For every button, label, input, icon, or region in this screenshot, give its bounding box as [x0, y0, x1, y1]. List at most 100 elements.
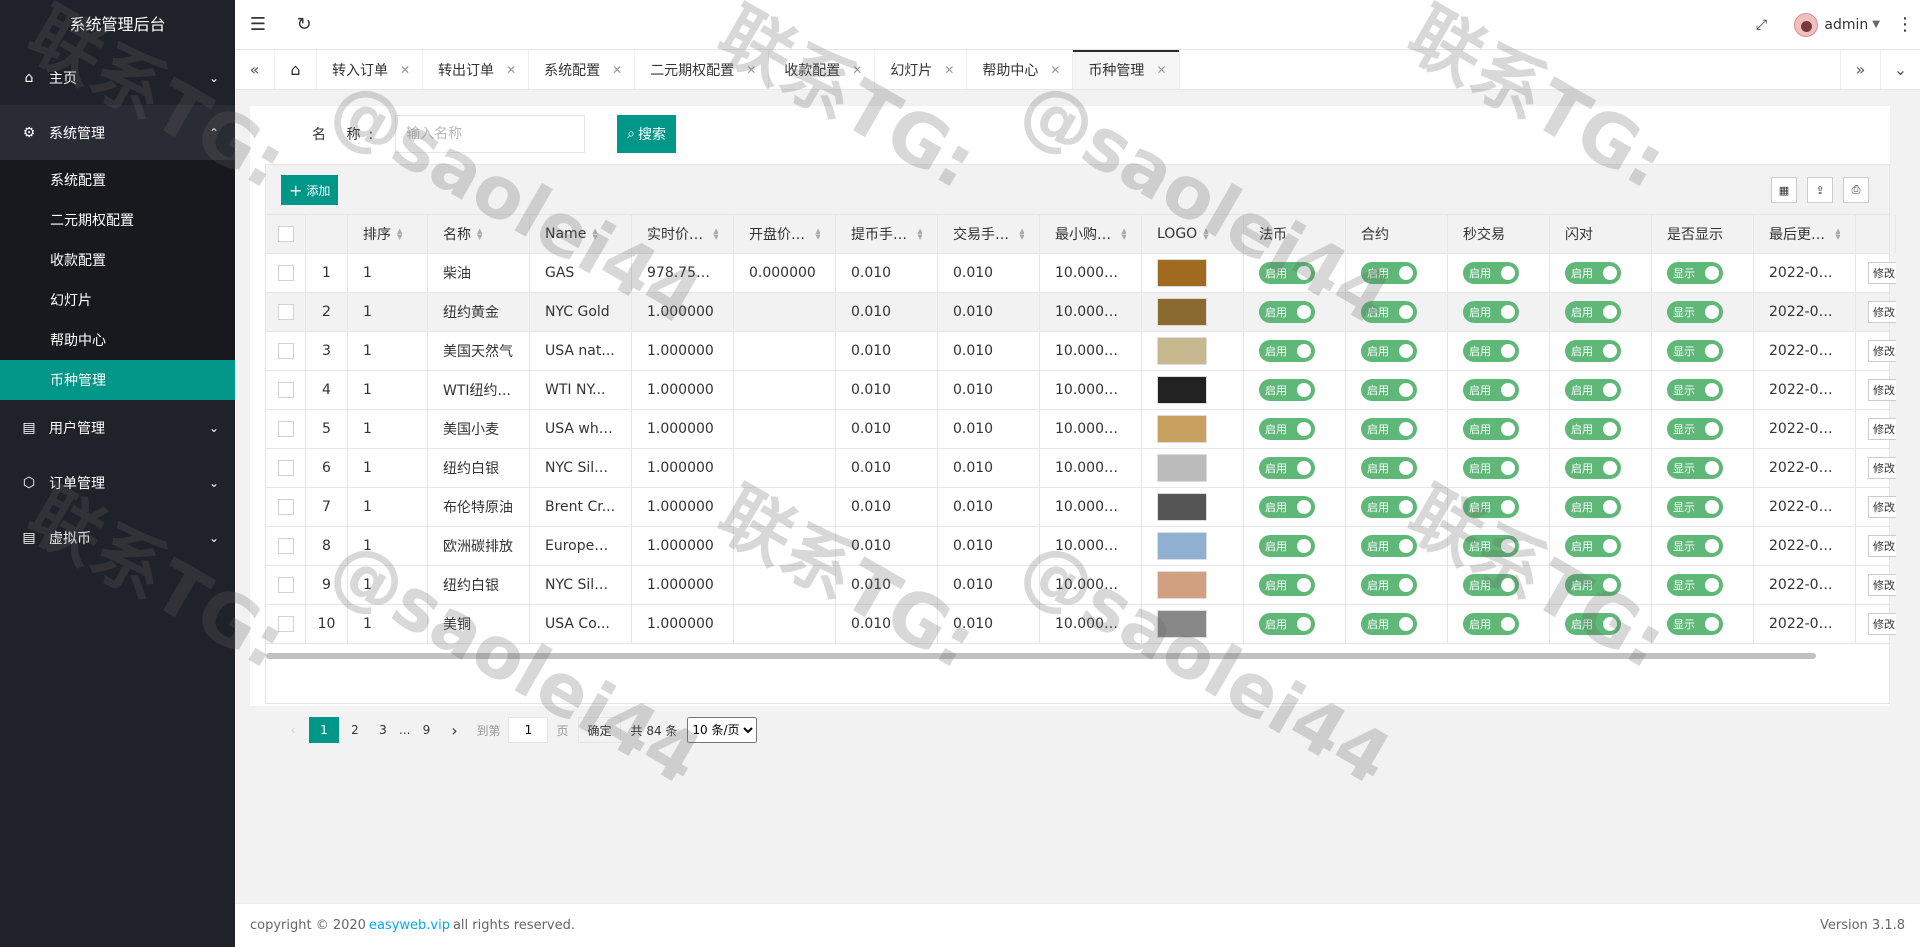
table-row[interactable]: 6 1 纽约白银 NYC Silver 1.000000 0.010 0.010 10.000…	[266, 449, 1896, 488]
column-header[interactable]: 法币	[1244, 215, 1346, 253]
toggle-switch[interactable]: 启用	[1565, 418, 1621, 440]
close-icon[interactable]: ✕	[1156, 63, 1166, 77]
select-all-checkbox[interactable]	[277, 226, 294, 242]
toggle-switch[interactable]: 启用	[1259, 535, 1315, 557]
page-3[interactable]: 3	[371, 717, 395, 743]
toggle-switch[interactable]: 启用	[1463, 574, 1519, 596]
edit-button[interactable]: 修改	[1868, 379, 1896, 401]
sort-icon[interactable]: ▲▼	[815, 228, 820, 240]
toggle-switch[interactable]: 启用	[1361, 340, 1417, 362]
toggle-switch[interactable]: 启用	[1259, 496, 1315, 518]
tab-scroll-right-icon[interactable]: »	[1840, 50, 1880, 89]
table-row[interactable]: 5 1 美国小麦 USA wheat 1.000000 0.010 0.010 10.0000…	[266, 410, 1896, 449]
sidebar-sub-currency[interactable]: 币种管理	[0, 360, 235, 400]
table-row[interactable]: 2 1 纽约黄金 NYC Gold 1.000000 0.010 0.010 10.00000…	[266, 293, 1896, 332]
horizontal-scrollbar[interactable]	[266, 653, 1816, 659]
toggle-switch[interactable]: 显示	[1667, 340, 1723, 362]
row-checkbox[interactable]	[277, 616, 294, 632]
edit-button[interactable]: 修改	[1868, 262, 1896, 284]
toggle-switch[interactable]: 显示	[1667, 301, 1723, 323]
table-row[interactable]: 3 1 美国天然气 USA nat... 1.000000 0.010 0.010 10.00…	[266, 332, 1896, 371]
row-checkbox[interactable]	[277, 460, 294, 476]
toggle-switch[interactable]: 启用	[1259, 418, 1315, 440]
export-icon[interactable]: ⇪	[1807, 177, 1833, 203]
toggle-switch[interactable]: 启用	[1259, 340, 1315, 362]
toggle-switch[interactable]: 启用	[1361, 301, 1417, 323]
edit-button[interactable]: 修改	[1868, 535, 1896, 557]
sidebar-sub-system-config[interactable]: 系统配置	[0, 160, 235, 200]
toggle-switch[interactable]: 启用	[1463, 496, 1519, 518]
sort-icon[interactable]: ▲▼	[1121, 228, 1126, 240]
column-header[interactable]: Name ▲ ▼	[530, 215, 632, 253]
column-header[interactable]: 实时价格... ▲▼	[632, 215, 734, 253]
toggle-switch[interactable]: 启用	[1361, 379, 1417, 401]
sidebar-sub-slides[interactable]: 幻灯片	[0, 280, 235, 320]
column-header[interactable]: 是否显示	[1652, 215, 1754, 253]
toggle-switch[interactable]: 启用	[1259, 574, 1315, 596]
close-icon[interactable]: ✕	[612, 63, 622, 77]
edit-button[interactable]: 修改	[1868, 457, 1896, 479]
tab-transfer-out[interactable]: 转出订单 ✕	[423, 50, 530, 89]
refresh-icon[interactable]: ↻	[281, 0, 327, 50]
row-checkbox[interactable]	[277, 265, 294, 281]
toggle-switch[interactable]: 启用	[1565, 457, 1621, 479]
table-row[interactable]: 1 1 柴油 GAS 978.750... 0.000000 0.010 0.010 10.00…	[266, 254, 1896, 293]
tab-transfer-in[interactable]: 转入订单 ✕	[317, 50, 424, 89]
close-icon[interactable]: ✕	[852, 63, 862, 77]
toggle-switch[interactable]: 启用	[1361, 457, 1417, 479]
print-icon[interactable]: ⎙	[1843, 177, 1869, 203]
toggle-switch[interactable]: 显示	[1667, 457, 1723, 479]
sort-icon[interactable]: ▲▼	[1203, 228, 1208, 240]
tab-scroll-left-icon[interactable]: «	[235, 50, 275, 89]
page-9[interactable]: 9	[414, 717, 438, 743]
toggle-switch[interactable]: 启用	[1463, 613, 1519, 635]
column-header[interactable]: 最后更新... ▲▼	[1754, 215, 1856, 253]
sidebar-item-system[interactable]: ⚙ 系统管理 ⌃	[0, 105, 235, 160]
fullscreen-icon[interactable]: ⤢	[1738, 0, 1784, 50]
toggle-switch[interactable]: 启用	[1361, 535, 1417, 557]
column-header[interactable]: 名称 ▲ ▼	[428, 215, 530, 253]
toggle-switch[interactable]: 启用	[1259, 301, 1315, 323]
sort-icon[interactable]: ▲▼	[397, 228, 402, 240]
toggle-switch[interactable]: 显示	[1667, 262, 1723, 284]
toggle-switch[interactable]: 启用	[1565, 535, 1621, 557]
column-header[interactable]: 开盘价格... ▲▼	[734, 215, 836, 253]
row-checkbox[interactable]	[277, 577, 294, 593]
toggle-switch[interactable]: 启用	[1361, 418, 1417, 440]
close-icon[interactable]: ✕	[1050, 63, 1060, 77]
sort-icon[interactable]: ▲▼	[713, 228, 718, 240]
toggle-switch[interactable]: 显示	[1667, 535, 1723, 557]
columns-filter-icon[interactable]: ▦	[1771, 177, 1797, 203]
toggle-switch[interactable]: 显示	[1667, 379, 1723, 401]
toggle-switch[interactable]: 启用	[1463, 262, 1519, 284]
table-row[interactable]: 7 1 布伦特原油 Brent Cr... 1.000000 0.010 0.010 10.0…	[266, 488, 1896, 527]
sidebar-item-orders[interactable]: ⬡ 订单管理 ⌄	[0, 455, 235, 510]
toggle-switch[interactable]: 启用	[1463, 535, 1519, 557]
user-menu[interactable]: admin ▼	[1784, 12, 1890, 37]
table-row[interactable]: 9 1 纽约白银 NYC Silver 1.000000 0.010 0.010 10.000…	[266, 566, 1896, 605]
tab-help[interactable]: 帮助中心 ✕	[967, 50, 1074, 89]
toggle-switch[interactable]: 启用	[1565, 340, 1621, 362]
row-checkbox[interactable]	[277, 343, 294, 359]
edit-button[interactable]: 修改	[1868, 613, 1896, 635]
toggle-switch[interactable]: 启用	[1361, 262, 1417, 284]
sidebar-item-crypto[interactable]: ▤ 虚拟币 ⌄	[0, 510, 235, 565]
column-header[interactable]: 排序 ▲ ▼	[348, 215, 428, 253]
column-header[interactable]: LOGO ▲ ▼	[1142, 215, 1244, 253]
toggle-switch[interactable]: 启用	[1259, 262, 1315, 284]
table-row[interactable]: 8 1 欧洲碳排放 Europea... 1.000000 0.010 0.010 10.00…	[266, 527, 1896, 566]
close-icon[interactable]: ✕	[944, 63, 954, 77]
toggle-switch[interactable]: 启用	[1259, 379, 1315, 401]
toggle-switch[interactable]: 启用	[1361, 496, 1417, 518]
row-checkbox[interactable]	[277, 499, 294, 515]
page-input[interactable]	[508, 717, 549, 743]
page-size-select[interactable]: 10 条/页	[687, 717, 758, 743]
toggle-switch[interactable]: 启用	[1565, 613, 1621, 635]
sort-icon[interactable]: ▲▼	[592, 228, 597, 240]
tab-binary-options[interactable]: 二元期权配置 ✕	[635, 50, 770, 89]
sort-icon[interactable]: ▲▼	[477, 228, 482, 240]
toggle-switch[interactable]: 启用	[1463, 340, 1519, 362]
toggle-switch[interactable]: 启用	[1463, 418, 1519, 440]
toggle-switch[interactable]: 启用	[1565, 379, 1621, 401]
toggle-switch[interactable]: 显示	[1667, 496, 1723, 518]
